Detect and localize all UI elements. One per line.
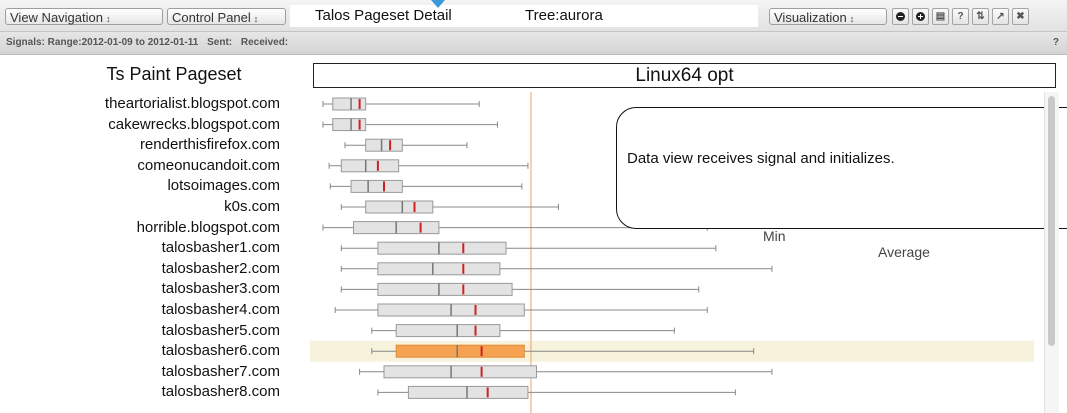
box-iqr <box>395 344 525 358</box>
legend-average-label: Average <box>878 244 930 260</box>
box-iqr <box>377 262 501 276</box>
annotation-callout: Data view receives signal and initialize… <box>616 107 1067 229</box>
vertical-scrollbar[interactable] <box>1044 92 1059 413</box>
box-iqr <box>365 200 434 214</box>
box-iqr <box>377 282 513 296</box>
box-iqr <box>383 365 537 379</box>
legend-min-label: Min <box>763 228 786 244</box>
annotation-text: Data view receives signal and initialize… <box>627 150 895 167</box>
box-iqr <box>365 138 403 152</box>
box-iqr <box>377 241 507 255</box>
box-iqr <box>395 324 501 338</box>
box-iqr <box>332 118 367 132</box>
box-iqr <box>350 179 403 193</box>
box-iqr <box>407 385 529 399</box>
box-iqr <box>340 159 400 173</box>
box-iqr <box>332 97 367 111</box>
scrollbar-thumb[interactable] <box>1048 96 1055 346</box>
